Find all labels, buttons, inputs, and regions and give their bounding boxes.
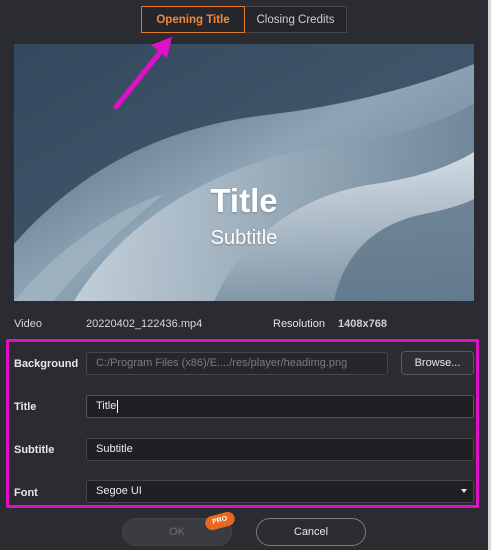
video-label: Video bbox=[14, 318, 42, 330]
preview-subtitle: Subtitle bbox=[210, 227, 278, 249]
title-label: Title bbox=[14, 401, 37, 413]
font-label: Font bbox=[14, 487, 38, 499]
font-select-value: Segoe UI bbox=[96, 485, 142, 497]
subtitle-label: Subtitle bbox=[14, 444, 55, 456]
cancel-button[interactable]: Cancel bbox=[256, 518, 366, 546]
chevron-down-icon bbox=[461, 489, 467, 493]
video-preview: Title Subtitle bbox=[14, 44, 474, 301]
video-filename: 20220402_122436.mp4 bbox=[86, 318, 203, 330]
tab-bar: Opening Title Closing Credits bbox=[141, 6, 347, 33]
font-select[interactable]: Segoe UI bbox=[86, 480, 474, 503]
tab-closing-credits[interactable]: Closing Credits bbox=[245, 6, 347, 33]
subtitle-input[interactable]: Subtitle bbox=[86, 438, 474, 461]
browse-button[interactable]: Browse... bbox=[401, 351, 474, 375]
background-label: Background bbox=[14, 358, 79, 370]
resolution-label: Resolution bbox=[273, 318, 325, 330]
tab-opening-title[interactable]: Opening Title bbox=[141, 6, 245, 33]
title-input-text: Title bbox=[96, 400, 117, 412]
text-caret bbox=[117, 399, 119, 413]
preview-wallpaper bbox=[14, 44, 474, 301]
background-path-field[interactable]: C:/Program Files (x86)/E..../res/player/… bbox=[86, 352, 388, 375]
resolution-value: 1408x768 bbox=[338, 318, 387, 330]
preview-title: Title bbox=[210, 182, 278, 219]
title-input[interactable]: Title bbox=[86, 395, 474, 418]
